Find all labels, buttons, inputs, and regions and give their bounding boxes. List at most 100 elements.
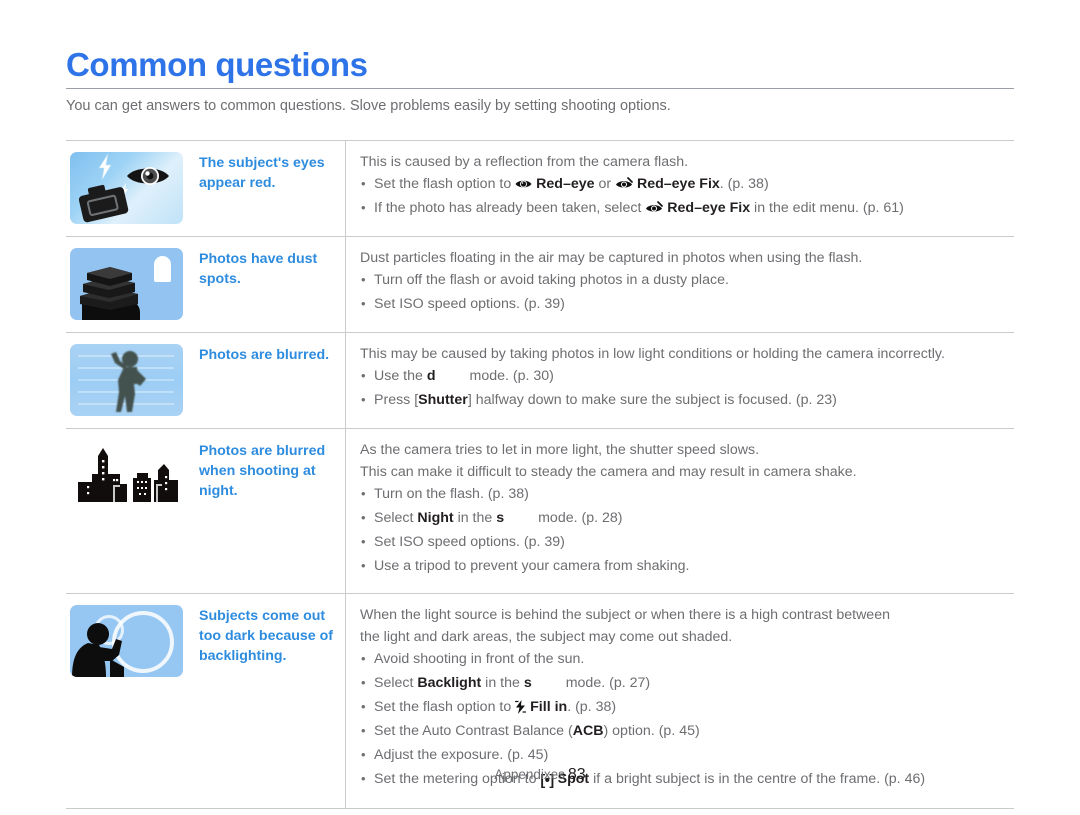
bullet-text: Set ISO speed options. (p. 39) [374, 296, 565, 312]
bullet-emphasis-text: s [523, 675, 532, 691]
answer-lead-text: As the camera tries to let in more light… [360, 442, 760, 458]
page-footer: Appendixes 83 [0, 766, 1080, 784]
backlit-subject-sun-illustration [70, 605, 183, 677]
bullet-text: in the edit menu. (p. 61) [750, 200, 904, 216]
answer-bullet-list: Set the flash option to Red–eye or Red–e… [360, 174, 1010, 218]
answer-bullet-item: Adjust the exposure. (p. 45) [360, 745, 1010, 765]
flash-bolt-large [98, 154, 112, 180]
city-skyline-graphic [78, 448, 178, 502]
answer-bullet-item: Turn on the flash. (p. 38) [360, 484, 1010, 504]
book-stack-graphic [80, 267, 140, 320]
bullet-text: Turn on the flash. (p. 38) [374, 486, 529, 502]
bullet-emphasis-text: Shutter [418, 392, 468, 408]
answer-bullet-item: Set ISO speed options. (p. 39) [360, 532, 1010, 552]
illustration-cell [66, 141, 191, 236]
issue-cell: Photos are blurred. [191, 333, 346, 428]
answer-bullet-item: Select Night in the s mode. (p. 28) [360, 508, 1010, 528]
page-title: Common questions [66, 46, 368, 83]
answer-bullet-list: Use the d mode. (p. 30) Press [Shutter] ha… [360, 366, 1010, 410]
bullet-text: Select [374, 675, 418, 691]
issue-cell: Photos are blurred when shooting at nigh… [191, 429, 346, 593]
eye-graphic [127, 167, 169, 185]
common-questions-table: The subject's eyes appear red. This is ca… [66, 140, 1014, 809]
bullet-emphasis-text: Red–eye Fix [636, 176, 720, 192]
answer-lead-text: This may be caused by taking photos in l… [360, 346, 945, 362]
table-row: Photos are blurred. This may be caused by… [66, 332, 1014, 428]
answer-bullet-item: If the photo has already been taken, sel… [360, 198, 1010, 218]
bullet-text: . (p. 38) [567, 699, 617, 715]
answer-bullet-item: Set ISO speed options. (p. 39) [360, 294, 1010, 314]
issue-cell: The subject's eyes appear red. [191, 141, 346, 236]
illustration-cell [66, 333, 191, 428]
dusty-books-stack-illustration [70, 248, 183, 320]
illustration-cell [66, 237, 191, 332]
answer-lead-text-2: the light and dark areas, the subject ma… [360, 629, 733, 645]
bullet-emphasis-text: ACB [572, 723, 604, 739]
bullet-text: Use the [374, 368, 427, 384]
bullet-text: mode. (p. 30) [469, 368, 554, 384]
bullet-text: Set ISO speed options. (p. 39) [374, 534, 565, 550]
bullet-text: ) option. (p. 45) [603, 723, 700, 739]
answer-cell: This may be caused by taking photos in l… [346, 333, 1014, 428]
answer-bullet-item: Use the d mode. (p. 30) [360, 366, 1010, 386]
answer-bullet-item: Use a tripod to prevent your camera from… [360, 556, 1010, 576]
answer-cell: Dust particles floating in the air may b… [346, 237, 1014, 332]
table-row: The subject's eyes appear red. This is ca… [66, 140, 1014, 236]
bullet-emphasis-text: d [426, 368, 436, 384]
bullet-text: ] halfway down to make sure the subject … [467, 392, 837, 408]
person-silhouette-graphic [111, 351, 146, 412]
camera-flash-red-eye-illustration [70, 152, 183, 224]
bullet-text: in the [481, 675, 524, 691]
bullet-text: . (p. 38) [719, 176, 769, 192]
red-eye-fix-icon [615, 177, 633, 190]
bullet-text: Press [ [374, 392, 419, 408]
answer-lead-text: When the light source is behind the subj… [360, 607, 890, 623]
bullet-text: If the photo has already been taken, sel… [374, 200, 646, 216]
answer-bullet-item: Set the flash option to Red–eye or Red–e… [360, 174, 1010, 194]
bullet-text: or [594, 176, 616, 192]
bullet-text: Use a tripod to prevent your camera from… [374, 558, 690, 574]
manual-page: Common questions You can get answers to … [0, 0, 1080, 815]
bullet-text: Avoid shooting in front of the sun. [374, 651, 585, 667]
answer-lead-text: Dust particles floating in the air may b… [360, 250, 863, 266]
bullet-text: mode. (p. 28) [538, 510, 623, 526]
footer-page-number: 83 [567, 766, 586, 783]
answer-bullet-item: Select Backlight in the s mode. (p. 27) [360, 673, 1010, 693]
issue-cell: Photos have dust spots. [191, 237, 346, 332]
bullet-emphasis-text: Backlight [417, 675, 482, 691]
answer-bullet-list: Turn off the flash or avoid taking photo… [360, 270, 1010, 314]
backlit-person-graphic [72, 623, 124, 677]
answer-cell: As the camera tries to let in more light… [346, 429, 1014, 593]
answer-bullet-item: Turn off the flash or avoid taking photo… [360, 270, 1010, 290]
answer-lead-text-2: This can make it difficult to steady the… [360, 464, 857, 480]
answer-bullet-item: Avoid shooting in front of the sun. [360, 649, 1010, 669]
bullet-emphasis-text: Night [417, 510, 454, 526]
answer-bullet-item: Press [Shutter] halfway down to make sur… [360, 390, 1010, 410]
title-divider [66, 88, 1014, 89]
blurred-person-illustration [70, 344, 183, 416]
bullet-text: Set the Auto Contrast Balance ( [374, 723, 573, 739]
bullet-emphasis-text: Red–eye Fix [667, 200, 751, 216]
bullet-text: in the [453, 510, 497, 526]
bullet-text: Select [374, 510, 418, 526]
answer-bullet-item: Set the flash option to Fill in. (p. 38) [360, 697, 1010, 717]
bullet-emphasis-text: s [496, 510, 505, 526]
red-eye-icon [515, 178, 532, 190]
answer-cell: This is caused by a reflection from the … [346, 141, 1014, 236]
bullet-text: Set the flash option to [374, 699, 516, 715]
footer-section-label: Appendixes [494, 767, 565, 782]
answer-bullet-list: Turn on the flash. (p. 38) Select Night i… [360, 484, 1010, 576]
flash-fill-in-icon [515, 700, 527, 714]
bullet-emphasis-text: Red–eye [536, 176, 595, 192]
bullet-text: Adjust the exposure. (p. 45) [374, 747, 549, 763]
answer-lead-text: This is caused by a reflection from the … [360, 154, 689, 170]
bullet-text: mode. (p. 27) [565, 675, 651, 691]
illustration-cell [66, 429, 191, 593]
bullet-text: Turn off the flash or avoid taking photo… [374, 272, 729, 288]
intro-paragraph: You can get answers to common questions.… [66, 98, 671, 114]
table-row: Photos are blurred when shooting at nigh… [66, 428, 1014, 593]
camera-graphic [77, 180, 131, 224]
night-city-skyline-illustration [70, 440, 188, 532]
window-arch-graphic [154, 256, 171, 282]
bullet-text: Set the flash option to [374, 176, 516, 192]
